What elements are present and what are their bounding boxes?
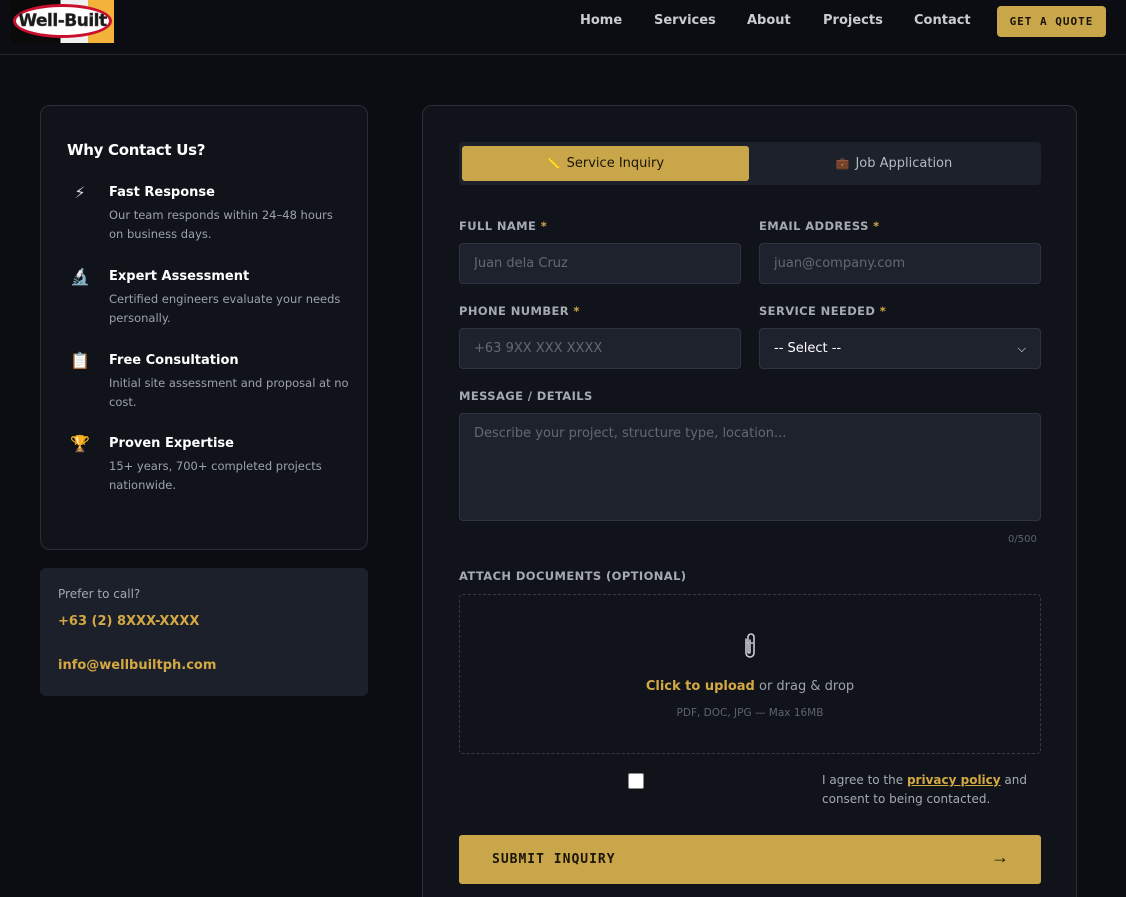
message-label: MESSAGE / DETAILS <box>459 389 593 403</box>
required-mark: * <box>873 219 880 233</box>
submit-label: SUBMIT INQUIRY <box>492 852 616 867</box>
full-name-label: FULL NAME * <box>459 219 547 233</box>
tab-label: Job Application <box>855 156 953 171</box>
required-mark: * <box>540 219 548 233</box>
upload-rest: or drag & drop <box>754 679 855 694</box>
brand-logo[interactable]: Well-Built <box>11 0 114 43</box>
upload-link[interactable]: Click to upload <box>646 679 755 694</box>
nav-contact[interactable]: Contact <box>914 13 971 28</box>
call-card: Prefer to call? +63 (2) 8XXX-XXXX info@w… <box>40 568 368 696</box>
paperclip-icon <box>738 631 762 661</box>
submit-inquiry-button[interactable]: SUBMIT INQUIRY → <box>459 835 1041 884</box>
phone-input[interactable] <box>459 328 741 369</box>
feature-desc: 15+ years, 700+ completed projects natio… <box>109 459 322 492</box>
message-textarea[interactable] <box>459 413 1041 521</box>
email-input[interactable] <box>759 243 1041 284</box>
feature-desc: Our team responds within 24–48 hours on … <box>109 208 333 241</box>
feature-desc: Certified engineers evaluate your needs … <box>109 292 341 325</box>
tab-label: Service Inquiry <box>566 156 665 171</box>
nav-services[interactable]: Services <box>654 13 716 28</box>
privacy-checkbox[interactable] <box>628 773 644 789</box>
select-value: -- Select -- <box>774 341 842 356</box>
email-label: EMAIL ADDRESS * <box>759 219 880 233</box>
privacy-policy-link[interactable]: privacy policy <box>907 773 1001 787</box>
logo-oval: Well-Built <box>13 4 112 38</box>
inquiry-form-card: 📏 Service Inquiry 💼 Job Application FULL… <box>422 105 1077 897</box>
attach-label: ATTACH DOCUMENTS (OPTIONAL) <box>459 569 687 583</box>
feature-title: Free Consultation <box>109 353 239 368</box>
briefcase-icon: 💼 <box>835 157 850 170</box>
upload-hint: PDF, DOC, JPG — Max 16MB <box>676 707 824 719</box>
label-text: FULL NAME <box>459 219 537 233</box>
file-upload-dropzone[interactable]: Click to upload or drag & drop PDF, DOC,… <box>459 594 1041 754</box>
feature-title: Expert Assessment <box>109 269 250 284</box>
tab-job-application[interactable]: 💼 Job Application <box>749 146 1039 181</box>
call-label: Prefer to call? <box>58 587 141 601</box>
why-contact-title: Why Contact Us? <box>67 141 206 159</box>
nav-home[interactable]: Home <box>580 13 622 28</box>
phone-link[interactable]: +63 (2) 8XXX-XXXX <box>58 614 199 629</box>
clipboard-icon: 📋 <box>70 351 90 370</box>
label-text: EMAIL ADDRESS <box>759 219 869 233</box>
service-label: SERVICE NEEDED * <box>759 304 886 318</box>
email-link[interactable]: info@wellbuiltph.com <box>58 658 216 673</box>
full-name-input[interactable] <box>459 243 741 284</box>
tab-service-inquiry[interactable]: 📏 Service Inquiry <box>462 146 749 181</box>
lightning-icon: ⚡ <box>74 183 86 202</box>
required-mark: * <box>879 304 887 318</box>
arrow-right-icon: → <box>991 847 1009 867</box>
form-tabs: 📏 Service Inquiry 💼 Job Application <box>459 142 1041 185</box>
feature-desc: Initial site assessment and proposal at … <box>109 376 349 409</box>
label-text: PHONE NUMBER <box>459 304 569 318</box>
nav-projects[interactable]: Projects <box>823 13 883 28</box>
char-counter: 0/500 <box>1008 534 1037 545</box>
ruler-icon: 📏 <box>546 157 561 170</box>
label-text: SERVICE NEEDED <box>759 304 876 318</box>
site-header: Well-Built Home Services About Projects … <box>0 0 1126 55</box>
get-a-quote-button[interactable]: GET A QUOTE <box>997 6 1106 37</box>
privacy-agreement-text: I agree to the privacy policy and consen… <box>822 771 1032 809</box>
feature-title: Fast Response <box>109 185 215 200</box>
feature-title: Proven Expertise <box>109 436 234 451</box>
why-contact-card: Why Contact Us? ⚡ Fast Response Our team… <box>40 105 368 550</box>
microscope-icon: 🔬 <box>70 267 90 286</box>
required-mark: * <box>573 304 580 318</box>
logo-text: Well-Built <box>18 11 107 32</box>
trophy-icon: 🏆 <box>70 434 90 453</box>
agree-before: I agree to the <box>822 773 907 787</box>
upload-text: Click to upload or drag & drop <box>460 679 1040 694</box>
phone-label: PHONE NUMBER * <box>459 304 580 318</box>
service-select[interactable]: -- Select -- ⌵ <box>759 328 1041 369</box>
chevron-down-icon: ⌵ <box>1017 341 1026 355</box>
nav-about[interactable]: About <box>747 13 791 28</box>
